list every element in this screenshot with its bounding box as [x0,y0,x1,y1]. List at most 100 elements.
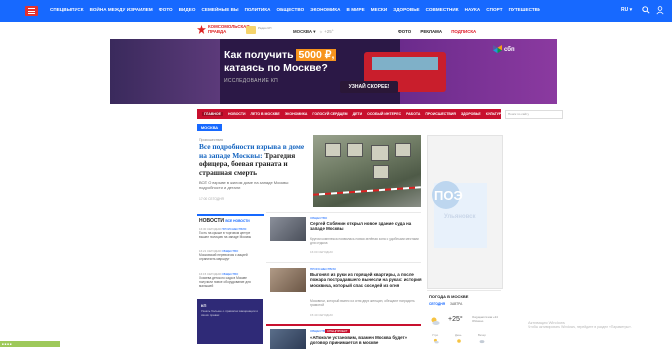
language-selector[interactable]: RU ▾ [621,7,632,13]
sidebar-ad-logo: ПОЭ [434,188,463,203]
weather-tab-tomorrow[interactable]: ЗАВТРА [450,302,462,306]
header-link-subscribe[interactable]: ПОДПИСКА [451,29,476,34]
header-link-ads[interactable]: РЕКЛАМА [420,29,442,34]
feed-card-time: 15:40 СЕГОДНЯ [310,313,333,317]
section-nav-item[interactable]: КУЛЬТУРА [486,112,501,116]
watermark-text: Чтобы активировать Windows, перейдите в … [528,325,632,330]
weather-period-label: Вечер [478,333,486,337]
top-nav-link[interactable]: ЭКОНОМИКА [310,7,340,12]
header-link-photo[interactable]: ФОТО [398,29,411,34]
partly-cloudy-icon [433,338,439,344]
feed-card-image [270,217,306,241]
feed-card-lead: Кругом комплекса появилась новая зелёная… [310,237,419,245]
section-nav-item[interactable]: ЭКОНОМИКА [285,112,308,116]
section-nav-item[interactable]: ГОЛОСУЙ СЕРДЦЕМ [312,112,347,116]
feed-card-title: «АПоколе установим, взамен Москва будет»… [310,335,408,346]
top-nav-link[interactable]: СПЕЦВЫПУСК [50,7,84,12]
weather-temperature: +25° [448,316,463,323]
partner-logo[interactable] [246,26,256,34]
section-nav-item[interactable]: ЛЕТО В МОСКВЕ [251,112,280,116]
top-nav-link[interactable]: СПОРТ [486,7,502,12]
news-promo-title: КП [201,303,207,308]
windows-activation-watermark: Активация Windows Чтобы активировать Win… [528,320,632,330]
logo-line-2: правда [208,29,227,34]
feed-card[interactable]: ПРОИСШЕСТВИЯ Выгонял из руки из горящей … [266,262,422,323]
site-search-input[interactable]: Поиск по сайту [505,110,563,119]
news-promo-block[interactable] [197,299,263,344]
feed-card-special-tag: СПЕЦПРОЕКТ [325,329,350,333]
sun-icon [457,339,461,343]
section-navigation: ГЛАВНОЕ НОВОСТИ ЛЕТО В МОСКВЕ ЭКОНОМИКА ГОЛО… [197,109,501,119]
taskbar-strip-label: ■ ■ ■ ■ [2,342,12,346]
city-selector[interactable]: МОСКВА ▾ [293,29,315,35]
hamburger-menu-icon[interactable] [25,6,38,16]
weather-tabs: СЕГОДНЯ ЗАВТРА [429,302,462,306]
section-nav-item[interactable]: ПРОИСШЕСТВИЯ [425,112,456,116]
top-nav-link[interactable]: СЕМЕЙНЫЕ ВЫ [201,7,238,12]
top-nav-link[interactable]: ЗДОРОВЬЕ [393,7,419,12]
header-weather: ☼ +25° [319,29,334,34]
feed-card-tag: ПРОИСШЕСТВИЯ [310,267,336,271]
banner-title-line2: катаясь по Москве? [224,62,328,74]
all-news-link[interactable]: ВСЕ НОВОСТИ [225,219,249,223]
top-nav-link[interactable]: ПОЛИТИКА [245,7,271,12]
top-nav-link[interactable]: МЕСКИ [371,7,388,12]
top-nav-link[interactable]: ОБЩЕСТВО [276,7,304,12]
top-nav-link[interactable]: В МИРЕ [347,7,365,12]
news-item[interactable]: 16:30 СЕГОДНЯ ПРОИСШЕСТВИЯ Гость на крыш… [199,227,261,239]
user-icon[interactable] [656,6,664,15]
weather-widget-title: ПОГОДА В МОСКВЕ [429,294,469,299]
news-column-title: НОВОСТИ ВСЕ НОВОСТИ [199,218,250,224]
sidebar-ad-city: Ульяновск [444,214,476,220]
feed-card-time: 16:00 СЕГОДНЯ [310,250,333,254]
weather-period-label: Утро [432,333,439,337]
top-nav-link[interactable]: НАУКА [465,7,481,12]
section-nav-item[interactable]: НОВОСТИ [228,112,246,116]
tram-window [372,57,438,70]
top-nav-link[interactable]: СОВМЕСТНИК [426,7,459,12]
news-heading: НОВОСТИ [199,218,225,224]
news-item-text: Хозяева детского сада в Москве получили … [199,276,251,288]
section-label[interactable]: МОСКВА [197,124,222,131]
main-article-title[interactable]: Все подробности взрыва в доме на западе … [199,142,309,177]
feed-card[interactable]: ОБЩЕСТВО «АПоколе установим, взамен Моск… [266,324,421,349]
weather-tab-today[interactable]: СЕГОДНЯ [429,302,445,306]
banner-title-highlight: 5000 ₽, [296,49,337,61]
banner-subtitle: ИССЛЕДОВАНИЕ КП [224,78,278,84]
site-logo[interactable]: Комсомольская правда [208,24,250,34]
banner-title-start: Как получить [224,49,297,61]
feed-card-lead: Москвичи, который вынес из огня двух жен… [310,299,415,307]
banner-left-image [110,39,220,104]
main-article-lead: ВСЁ О взрыве в жилом доме на западе Моск… [199,180,290,190]
section-nav-item[interactable]: ГЛАВНОЕ [202,112,223,116]
partner-logo-label: Радио КП [258,26,272,30]
search-icon[interactable] [642,6,650,14]
section-nav-item[interactable]: ДЕТИ [353,112,362,116]
news-item[interactable]: 16:21 СЕГОДНЯ ОБЩЕСТВО Московский перево… [199,249,261,261]
sun-cloud-icon [431,317,440,325]
cloud-icon [479,340,485,344]
feed-card[interactable]: ОБЩЕСТВО Сергей Собянин открыл новое зда… [266,212,421,261]
top-nav-link[interactable]: ВИДЕО [179,7,196,12]
feed-card-image [270,329,306,349]
news-item[interactable]: 16:15 СЕГОДНЯ ОБЩЕСТВО Хозяева детского … [199,272,261,288]
news-item-text: Московский перевозчик с акцией ограничит… [199,253,248,261]
top-nav-link[interactable]: ПУТЕШЕСТВИЯ [509,7,540,12]
main-article-photo[interactable] [313,135,421,207]
top-nav-links: СПЕЦВЫПУСК ВОЙНА МЕЖДУ ИЗРАИЛЕМ ФОТО ВИДЕО С… [50,7,540,16]
news-promo-text: Узнать больше о правилах вакцинации и св… [201,309,259,317]
news-item-text: Гость на крыше в торговом центре вышел п… [199,231,252,239]
section-nav-item[interactable]: ЗДОРОВЬЕ [461,112,481,116]
sbp-brand-text: сбп [504,47,515,53]
top-nav-link[interactable]: ФОТО [159,7,173,12]
top-nav-link[interactable]: ВОЙНА МЕЖДУ ИЗРАИЛЕМ [90,7,153,12]
section-nav-item[interactable]: ОСОБЫЙ ИНТЕРЕС [367,112,401,116]
main-article-time: 17:00 СЕГОДНЯ [199,197,224,201]
weather-period-label: День [455,333,462,337]
section-nav-item[interactable]: РАБОТА [406,112,420,116]
logo-bar [0,22,672,39]
kp-logo-icon[interactable] [197,25,206,34]
banner-cta-button[interactable]: УЗНАЙ СКОРЕЕ! [340,81,398,93]
weather-details: Ощущается как +24 Облачно [472,315,498,323]
sbp-logo-icon [493,45,502,54]
